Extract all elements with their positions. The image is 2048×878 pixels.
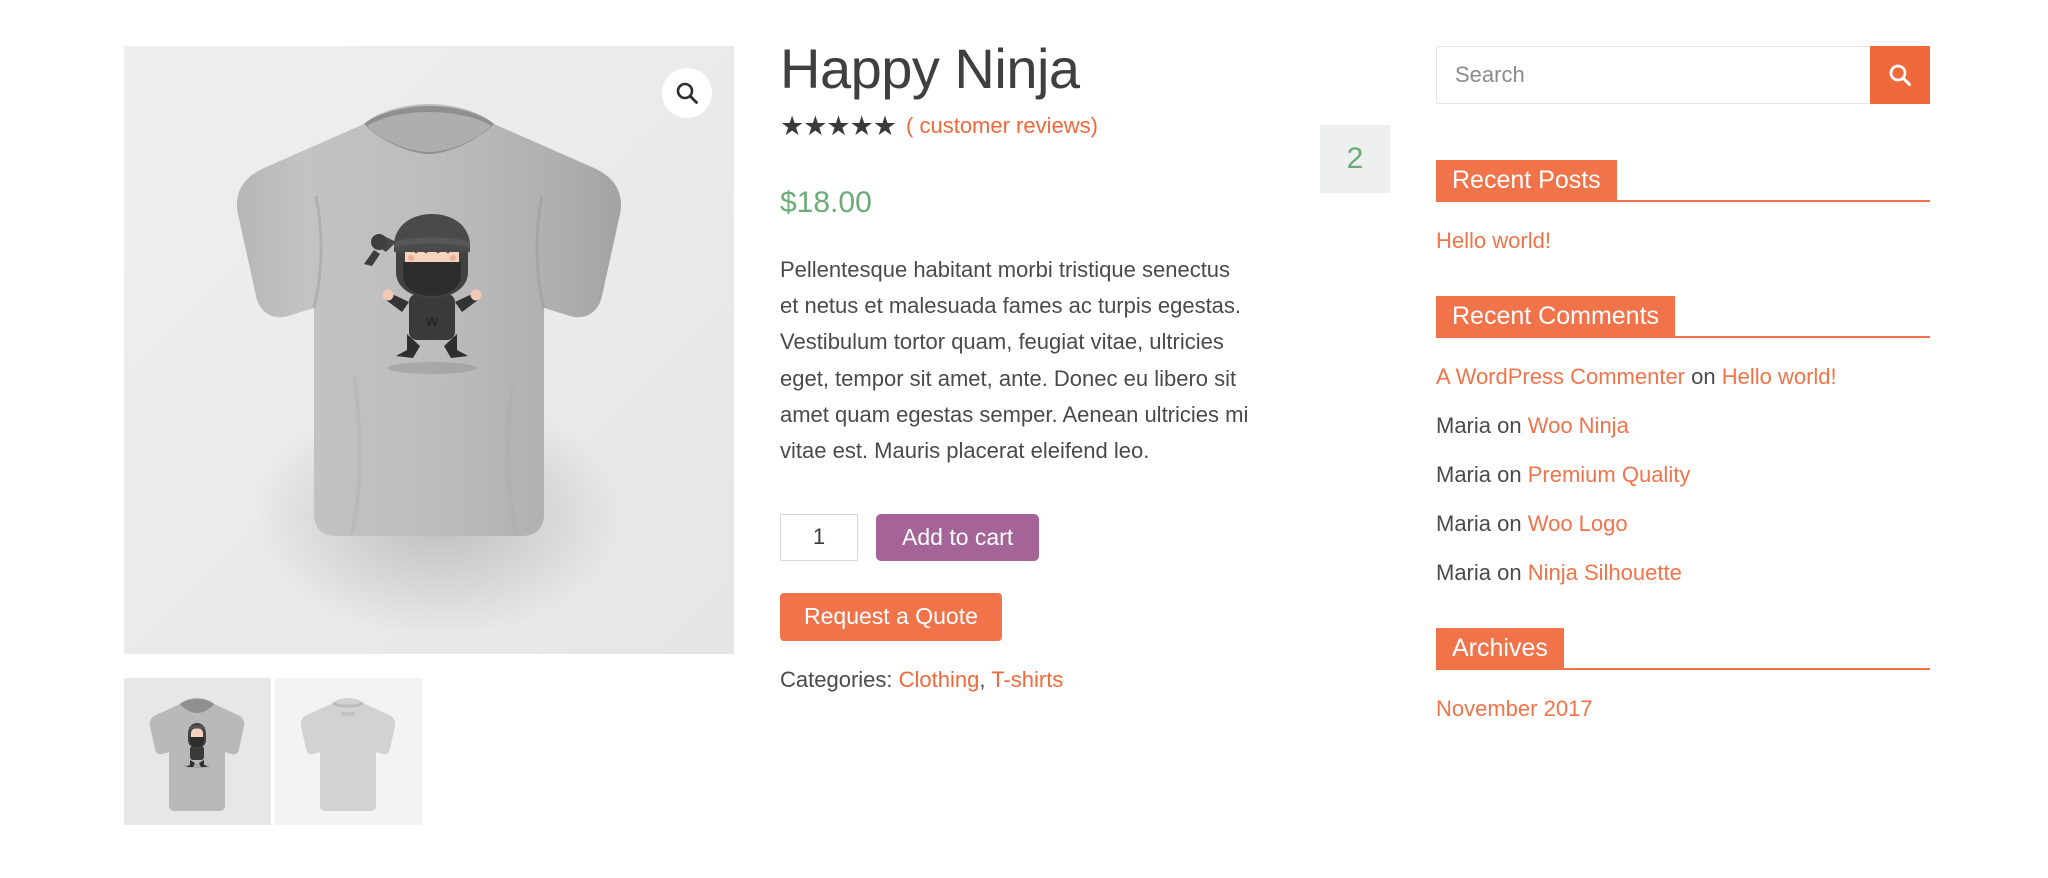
customer-reviews-link[interactable]: ( customer reviews) [906,113,1098,139]
list-item: Hello world! [1436,230,1930,252]
request-a-quote-button[interactable]: Request a Quote [780,592,1002,641]
comment-on-word: on [1491,560,1528,585]
widget-title-bar: Archives [1436,628,1930,670]
product-summary: Happy Ninja ★★★★★ ( customer reviews) $1… [780,37,1400,693]
widget-recent-comments: Recent Comments A WordPress Commenter on… [1436,296,1930,584]
comment-author-name: Maria [1436,511,1492,536]
list-item: Maria on Ninja Silhouette [1436,562,1930,584]
tshirt-back-thumb [275,678,422,825]
recent-comments-list: A WordPress Commenter on Hello world! Ma… [1436,366,1930,584]
comment-on-word: on [1491,413,1528,438]
categories-label: Categories: [780,666,893,692]
comment-on-word: on [1685,364,1722,389]
search-form [1436,46,1930,104]
list-item: A WordPress Commenter on Hello world! [1436,366,1930,388]
search-icon-glyph [676,82,698,104]
widget-recent-posts: Recent Posts Hello world! [1436,160,1930,252]
search-icon[interactable] [662,68,712,118]
widget-title-recent-comments: Recent Comments [1436,296,1676,338]
gallery-thumbnail-front[interactable] [124,678,271,825]
recent-post-link[interactable]: Hello world! [1436,228,1551,253]
comment-on-word: on [1491,462,1528,487]
quantity-input[interactable] [780,513,858,561]
comment-author-name: Maria [1436,560,1492,585]
sidebar: Recent Posts Hello world! Recent Comment… [1436,46,1930,764]
add-to-cart-button[interactable]: Add to cart [876,513,1040,561]
gallery-thumbnails [124,678,734,825]
review-count-badge: 2 [1320,125,1390,193]
recent-posts-list: Hello world! [1436,230,1930,252]
search-input[interactable] [1436,46,1870,104]
product-categories: Categories: Clothing, T-shirts [780,667,1400,693]
svg-text:w: w [425,311,439,330]
product-price: $18.00 [780,185,872,219]
list-item: November 2017 [1436,698,1930,720]
comment-post-link[interactable]: Woo Ninja [1528,413,1629,438]
widget-title-bar: Recent Comments [1436,296,1930,338]
archives-list: November 2017 [1436,698,1930,720]
comment-author-name: Maria [1436,462,1492,487]
page-title: Happy Ninja [780,37,1080,100]
comment-post-link[interactable]: Premium Quality [1528,462,1691,487]
widget-archives: Archives November 2017 [1436,628,1930,720]
category-link-clothing[interactable]: Clothing [899,667,980,692]
search-icon [1889,64,1911,86]
star-rating: ★★★★★ [780,110,897,141]
rating-row: ★★★★★ ( customer reviews) [780,110,1400,141]
product-page: w Happy Ninja ★★★★★ (customer reviews) … [0,0,2048,878]
comment-post-link[interactable]: Hello world! [1722,364,1837,389]
widget-title-recent-posts: Recent Posts [1436,160,1617,202]
comment-post-link[interactable]: Ninja Silhouette [1528,560,1682,585]
comment-author-name: Maria [1436,413,1492,438]
widget-title-bar: Recent Posts [1436,160,1930,202]
widget-title-archives: Archives [1436,628,1564,670]
archive-link[interactable]: November 2017 [1436,696,1593,721]
product-description: Pellentesque habitant morbi tristique se… [780,256,1249,464]
search-submit-button[interactable] [1870,46,1930,104]
categories-separator: , [979,666,992,692]
comment-author-link[interactable]: A WordPress Commenter [1436,364,1685,389]
product-main-image[interactable]: w [124,46,734,654]
tshirt-illustration: w [124,46,734,654]
add-to-cart-form: Add to cart [780,513,1400,561]
gallery-thumbnail-back[interactable] [275,678,422,825]
list-item: Maria on Woo Ninja [1436,415,1930,437]
comment-post-link[interactable]: Woo Logo [1528,511,1628,536]
product-gallery: w [124,46,734,825]
comment-on-word: on [1491,511,1528,536]
list-item: Maria on Woo Logo [1436,513,1930,535]
category-link-tshirts[interactable]: T-shirts [991,667,1063,692]
list-item: Maria on Premium Quality [1436,464,1930,486]
tshirt-front-thumb [124,678,271,825]
